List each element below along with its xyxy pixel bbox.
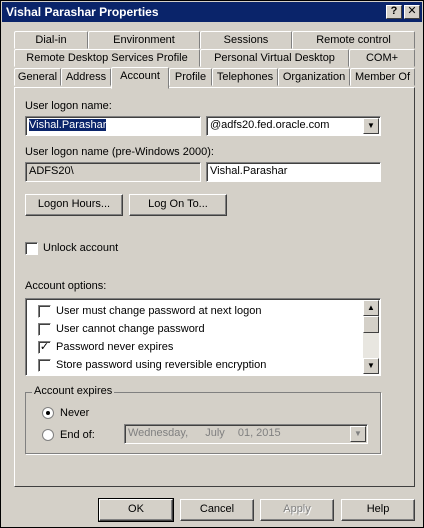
never-radio[interactable]	[42, 407, 54, 419]
account-options-label: Account options:	[25, 280, 107, 292]
title-bar[interactable]: Vishal Parashar Properties ? ✕	[2, 2, 422, 22]
domain-suffix-value: @adfs20.fed.oracle.com	[210, 119, 330, 131]
option-label: User cannot change password	[56, 323, 205, 335]
option-checkbox[interactable]	[38, 305, 51, 318]
ok-button[interactable]: OK	[98, 498, 174, 522]
end-of-radio[interactable]	[42, 429, 54, 441]
account-expires-title: Account expires	[32, 385, 115, 397]
tab-remote-desktop-services-profile[interactable]: Remote Desktop Services Profile	[14, 49, 200, 67]
tab-general[interactable]: General	[14, 68, 61, 86]
pre2000-domain-field: ADFS20\	[25, 162, 201, 182]
unlock-account-label: Unlock account	[43, 242, 119, 254]
option-label: Store password using reversible encrypti…	[56, 359, 267, 371]
radio-selected-dot	[46, 411, 50, 415]
dialog-button-bar: OK Cancel Apply Help	[2, 493, 422, 527]
pre2000-domain-value: ADFS20\	[29, 165, 74, 177]
date-dropdown-button: ▼	[350, 426, 366, 442]
window-title: Vishal Parashar Properties	[6, 5, 159, 19]
options-scrollbar[interactable]: ▲ ▼	[363, 300, 379, 374]
log-on-to-button[interactable]: Log On To...	[129, 194, 227, 216]
pre2000-label: User logon name (pre-Windows 2000):	[25, 146, 214, 158]
tab-remote-control[interactable]: Remote control	[292, 31, 415, 49]
scroll-thumb[interactable]	[363, 316, 379, 333]
expiry-date-picker: Wednesday, July 01, 2015 ▼	[124, 424, 368, 444]
logon-hours-label: Logon Hours...	[37, 198, 111, 210]
pre2000-name-input[interactable]: Vishal.Parashar	[206, 162, 381, 182]
close-button[interactable]: ✕	[404, 5, 420, 19]
option-label: User must change password at next logon	[56, 305, 262, 317]
apply-button: Apply	[260, 499, 334, 521]
date-weekday: Wednesday,	[128, 427, 189, 439]
domain-dropdown-button[interactable]: ▼	[363, 118, 379, 134]
arrow-up-icon: ▲	[367, 303, 375, 312]
cancel-label: Cancel	[199, 503, 235, 515]
tab-telephones[interactable]: Telephones	[212, 68, 278, 86]
option-checkbox[interactable]: ✓	[38, 341, 51, 354]
pre2000-name-value: Vishal.Parashar	[210, 165, 288, 177]
tab-com-plus[interactable]: COM+	[349, 49, 415, 67]
unlock-account-checkbox[interactable]	[25, 242, 38, 255]
never-label: Never	[60, 407, 90, 419]
tab-organization[interactable]: Organization	[278, 68, 350, 86]
help-button[interactable]: ?	[386, 5, 402, 19]
logon-name-input[interactable]: Vishal.Parashar	[25, 116, 201, 136]
end-of-label: End of:	[60, 429, 95, 441]
chevron-down-icon: ▼	[367, 121, 375, 130]
tab-account[interactable]: Account	[111, 67, 169, 89]
chevron-down-icon: ▼	[354, 429, 362, 438]
logon-name-label: User logon name:	[25, 100, 112, 112]
domain-suffix-combo[interactable]: @adfs20.fed.oracle.com ▼	[206, 116, 381, 136]
date-month: July	[205, 427, 225, 439]
close-icon: ✕	[407, 5, 417, 17]
account-options-list[interactable]: User must change password at next logon …	[25, 298, 381, 376]
logon-hours-button[interactable]: Logon Hours...	[25, 194, 123, 216]
apply-label: Apply	[283, 503, 311, 515]
log-on-to-label: Log On To...	[148, 198, 208, 210]
option-checkbox[interactable]	[38, 323, 51, 336]
ok-label: OK	[128, 503, 144, 515]
tab-member-of[interactable]: Member Of	[350, 68, 415, 86]
properties-window: Vishal Parashar Properties ? ✕ Dial-in E…	[0, 0, 424, 528]
option-checkbox[interactable]	[38, 359, 51, 372]
option-label: Password never expires	[56, 341, 174, 353]
tab-personal-virtual-desktop[interactable]: Personal Virtual Desktop	[200, 49, 349, 67]
scroll-up-button[interactable]: ▲	[363, 300, 379, 316]
check-icon: ✓	[39, 341, 50, 353]
date-day-year: 01, 2015	[237, 427, 281, 439]
account-tab-panel: User logon name: Vishal.Parashar @adfs20…	[14, 87, 415, 487]
tab-profile[interactable]: Profile	[169, 68, 212, 86]
tab-dial-in[interactable]: Dial-in	[14, 31, 88, 49]
help-dialog-button[interactable]: Help	[341, 499, 415, 521]
tab-environment[interactable]: Environment	[88, 31, 200, 49]
tab-sessions[interactable]: Sessions	[200, 31, 292, 49]
arrow-down-icon: ▼	[367, 361, 375, 370]
account-expires-group: Account expires Never End of: Wednesday,…	[25, 385, 381, 454]
scroll-down-button[interactable]: ▼	[363, 358, 379, 374]
logon-name-value: Vishal.Parashar	[29, 119, 107, 131]
cancel-button[interactable]: Cancel	[180, 499, 254, 521]
help-label: Help	[366, 503, 390, 515]
tab-address[interactable]: Address	[61, 68, 111, 86]
